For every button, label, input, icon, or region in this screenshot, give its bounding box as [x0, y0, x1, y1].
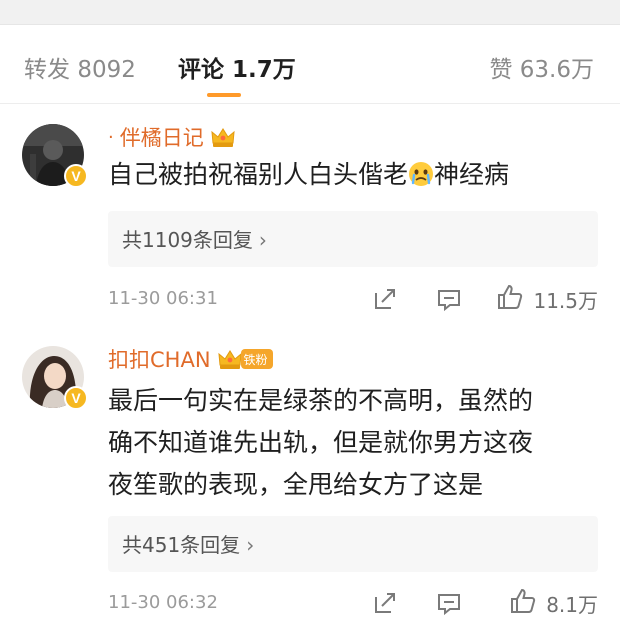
top-divider — [0, 24, 620, 25]
replies-summary[interactable]: 共1109条回复 › — [108, 211, 598, 267]
username[interactable]: 伴橘日记 — [120, 122, 204, 152]
tab-repost-count: 8092 — [77, 57, 136, 83]
tab-bar: 转发 8092 评论 1.7万 赞 63.6万 — [0, 36, 620, 102]
fan-badge: 铁粉 — [240, 349, 273, 369]
tab-repost[interactable]: 转发 8092 — [24, 50, 136, 84]
tab-like-count: 63.6万 — [519, 57, 594, 83]
username-row: · 伴橘日记 — [108, 122, 236, 152]
like-count: 11.5万 — [533, 288, 598, 313]
username-prefix-dot: · — [108, 126, 114, 148]
comment-item: V · 伴橘日记 自己被拍祝福别人白头偕老 神经病 共1109条回复 › 11-30… — [0, 118, 620, 328]
chevron-right-icon: › — [246, 533, 255, 557]
crying-face-emoji — [408, 158, 434, 186]
comment-meta: 11-30 06:32 8.1万 — [108, 586, 598, 620]
avatar[interactable]: V — [22, 346, 88, 410]
comment-meta: 11-30 06:31 11.5万 — [108, 282, 598, 316]
crown-icon — [217, 347, 243, 371]
tab-repost-label: 转发 — [24, 57, 70, 83]
replies-count-label: 共1109条回复 — [122, 228, 253, 252]
share-icon[interactable] — [370, 588, 400, 618]
tab-comment-count: 1.7万 — [232, 57, 296, 83]
thumbs-up-icon — [508, 586, 538, 620]
top-bar — [0, 0, 620, 24]
tab-like-label: 赞 — [489, 57, 513, 83]
comment-text-part: 神经病 — [434, 160, 510, 189]
verified-v-icon: V — [64, 164, 88, 188]
comment-icon[interactable] — [434, 588, 464, 618]
replies-count-label: 共451条回复 — [122, 533, 241, 557]
thumbs-up-icon — [495, 282, 525, 316]
like-button[interactable]: 8.1万 — [508, 586, 598, 620]
comment-text-part: 自己被拍祝福别人白头偕老 — [108, 160, 409, 189]
avatar[interactable]: V — [22, 124, 88, 188]
tabs-divider — [0, 103, 620, 104]
verified-v-icon: V — [64, 386, 88, 410]
replies-summary-text: 共1109条回复 › — [122, 224, 267, 253]
comment-text: 最后一句实在是绿茶的不高明，虽然的 确不知道谁先出轨，但是就你男方这夜 夜笙歌的… — [108, 386, 534, 499]
chevron-right-icon: › — [258, 228, 267, 252]
tab-comment-label: 评论 — [178, 57, 224, 83]
tab-like[interactable]: 赞 63.6万 — [489, 50, 594, 84]
share-icon[interactable] — [370, 284, 400, 314]
like-count: 8.1万 — [546, 592, 598, 617]
comment-time: 11-30 06:31 — [108, 288, 218, 309]
like-button[interactable]: 11.5万 — [495, 282, 598, 316]
tab-comment[interactable]: 评论 1.7万 — [178, 50, 296, 84]
username-row: 扣扣CHAN 铁粉 — [108, 344, 273, 374]
crown-icon — [210, 125, 236, 149]
comment-item: V 扣扣CHAN 铁粉 最后一句实在是绿茶的不高明，虽然的 确不知道谁先出轨，但… — [0, 340, 620, 630]
comment-icon[interactable] — [434, 284, 464, 314]
username[interactable]: 扣扣CHAN — [108, 344, 211, 374]
active-tab-indicator — [207, 93, 241, 97]
replies-summary-text: 共451条回复 › — [122, 529, 254, 558]
comment-text: 自己被拍祝福别人白头偕老 神经病 — [108, 154, 598, 196]
comment-time: 11-30 06:32 — [108, 592, 218, 613]
replies-summary[interactable]: 共451条回复 › — [108, 516, 598, 572]
